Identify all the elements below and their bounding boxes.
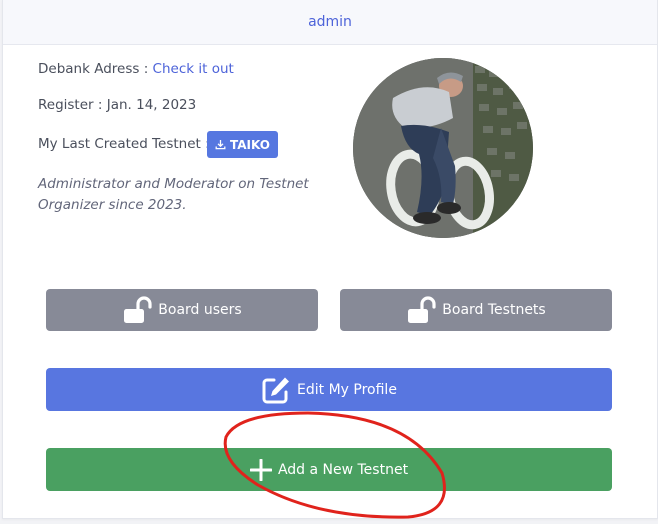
edit-profile-button[interactable]: Edit My Profile: [46, 368, 612, 411]
add-testnet-button[interactable]: Add a New Testnet: [46, 448, 612, 491]
plus-icon: [249, 458, 272, 481]
unlock-icon: [406, 296, 436, 324]
download-icon: [215, 139, 226, 150]
page-title: admin: [308, 14, 352, 30]
last-testnet-badge[interactable]: TAIKO: [207, 131, 278, 158]
edit-icon: [261, 375, 291, 405]
debank-label: Debank Adress :: [38, 61, 153, 77]
add-testnet-label: Add a New Testnet: [277, 461, 409, 478]
last-testnet-badge-label: TAIKO: [230, 137, 270, 152]
unlock-icon: [122, 296, 152, 324]
avatar: [353, 58, 533, 238]
edit-profile-label: Edit My Profile: [297, 381, 397, 398]
profile-card: admin: [2, 0, 658, 519]
debank-link[interactable]: Check it out: [153, 61, 234, 77]
last-testnet-label: My Last Created Testnet :: [38, 136, 210, 152]
profile-bio: Administrator and Moderator on Testnet O…: [38, 176, 309, 213]
board-users-button[interactable]: Board users: [46, 289, 318, 331]
debank-address-row: Debank Adress : Check it out: [38, 61, 234, 77]
board-users-label: Board users: [158, 302, 242, 318]
board-testnets-button[interactable]: Board Testnets: [340, 289, 612, 331]
card-header: admin: [3, 0, 657, 45]
board-testnets-label: Board Testnets: [442, 302, 546, 318]
register-date: Register : Jan. 14, 2023: [38, 97, 197, 113]
